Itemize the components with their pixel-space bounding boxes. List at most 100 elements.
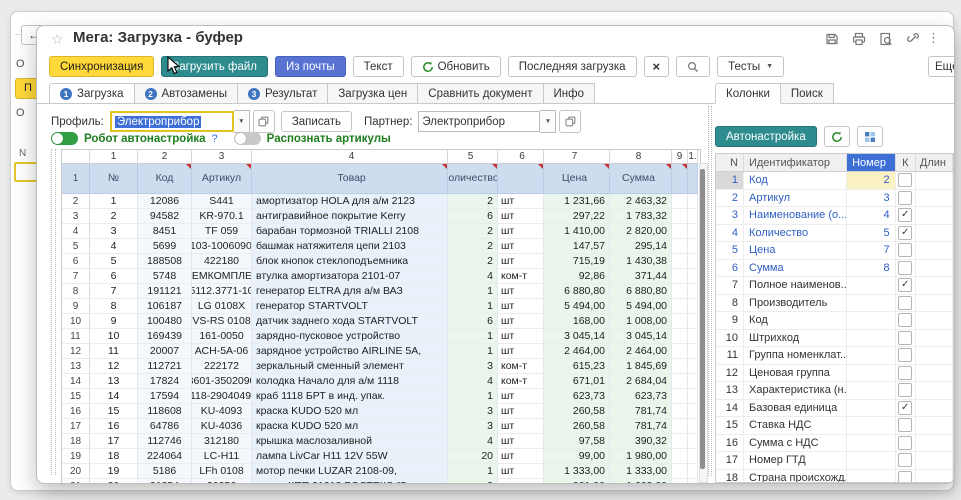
number-cell[interactable] <box>847 382 895 400</box>
n-header[interactable]: N <box>716 154 744 172</box>
length-cell[interactable] <box>916 172 953 190</box>
link-icon[interactable] <box>906 32 920 46</box>
identifier-cell[interactable]: Страна происхожд... <box>744 470 847 484</box>
price-cell[interactable]: 615,23 <box>544 359 610 374</box>
code-cell[interactable]: 112721 <box>138 359 192 374</box>
length-cell[interactable] <box>916 417 953 435</box>
number-cell[interactable] <box>847 295 895 313</box>
article-cell[interactable]: LC-H11 <box>192 449 252 464</box>
sum-cell[interactable]: 371,44 <box>610 269 672 284</box>
product-cell[interactable]: опора КПП 21213 РОСТЕКО "5-м <box>252 479 448 484</box>
column-header[interactable]: Товар <box>252 164 448 194</box>
vertical-scrollbar[interactable] <box>699 163 708 483</box>
n-cell[interactable]: 2 <box>716 190 744 208</box>
identifier-cell[interactable]: Ставка НДС <box>744 417 847 435</box>
row-number-cell[interactable]: 1 <box>62 164 90 194</box>
panel-tab-2[interactable]: Поиск <box>781 83 834 104</box>
left-splitter[interactable] <box>51 149 52 475</box>
checkbox[interactable] <box>898 366 912 380</box>
qty-cell[interactable]: 1 <box>448 299 498 314</box>
price-cell[interactable]: 97,58 <box>544 434 610 449</box>
empty-cell[interactable] <box>688 224 698 239</box>
article-cell[interactable]: 3601-3502090 <box>192 374 252 389</box>
checkbox[interactable] <box>898 243 912 257</box>
help-question-icon[interactable]: ? <box>212 133 218 145</box>
product-cell[interactable]: барабан тормозной TRIALLI 2108 <box>252 224 448 239</box>
open-link-icon[interactable] <box>559 110 581 133</box>
n-cell[interactable]: 13 <box>716 382 744 400</box>
more-button[interactable]: Ещё <box>928 56 954 77</box>
n-cell[interactable]: 1 <box>716 172 744 190</box>
article-cell[interactable]: АСН-5А-06 <box>192 344 252 359</box>
column-header[interactable] <box>498 164 544 194</box>
toolbar-button-4[interactable]: Текст <box>353 56 404 77</box>
number-cell[interactable] <box>847 452 895 470</box>
row-number-cell[interactable]: 4 <box>62 224 90 239</box>
n-cell[interactable]: 17 <box>716 452 744 470</box>
sum-cell[interactable]: 1 333,00 <box>610 464 672 479</box>
row-number-cell[interactable]: 10 <box>62 314 90 329</box>
article-cell[interactable]: 1118-2904049Р <box>192 389 252 404</box>
num-cell[interactable]: 17 <box>90 434 138 449</box>
identifier-cell[interactable]: Ценовая группа <box>744 365 847 383</box>
number-cell[interactable] <box>847 417 895 435</box>
sum-cell[interactable]: 6 880,80 <box>610 284 672 299</box>
empty-cell[interactable] <box>672 404 688 419</box>
empty-cell[interactable] <box>672 194 688 209</box>
sum-cell[interactable]: 623,73 <box>610 389 672 404</box>
n-cell[interactable]: 10 <box>716 330 744 348</box>
empty-cell[interactable] <box>672 224 688 239</box>
row-number-cell[interactable]: 2 <box>62 194 90 209</box>
product-cell[interactable]: амортизатор HOLA для а/м 2123 <box>252 194 448 209</box>
empty-cell[interactable] <box>672 314 688 329</box>
row-number-cell[interactable]: 9 <box>62 299 90 314</box>
number-cell[interactable] <box>847 400 895 418</box>
article-cell[interactable]: TF 059 <box>192 224 252 239</box>
num-cell[interactable]: 18 <box>90 449 138 464</box>
checkbox[interactable] <box>898 418 912 432</box>
unit-cell[interactable]: ком-т <box>498 374 544 389</box>
price-cell[interactable]: 801,00 <box>544 479 610 484</box>
save-button[interactable]: Записать <box>281 111 352 132</box>
price-cell[interactable]: 1 231,66 <box>544 194 610 209</box>
empty-cell[interactable] <box>688 404 698 419</box>
identifier-cell[interactable]: Артикул <box>744 190 847 208</box>
product-cell[interactable]: башмак натяжителя цепи 2103 <box>252 239 448 254</box>
num-cell[interactable]: 12 <box>90 359 138 374</box>
empty-cell[interactable] <box>672 239 688 254</box>
empty-cell[interactable] <box>672 299 688 314</box>
unit-cell[interactable]: шт <box>498 434 544 449</box>
sum-cell[interactable]: 3 045,14 <box>610 329 672 344</box>
code-cell[interactable]: 100480 <box>138 314 192 329</box>
column-number[interactable]: 6 <box>498 150 544 164</box>
article-cell[interactable]: S441 <box>192 194 252 209</box>
qty-cell[interactable]: 1 <box>448 389 498 404</box>
column-header[interactable]: Цена <box>544 164 610 194</box>
row-number-cell[interactable]: 21 <box>62 479 90 484</box>
n-cell[interactable]: 14 <box>716 400 744 418</box>
price-cell[interactable]: 260,58 <box>544 404 610 419</box>
price-cell[interactable]: 1 333,00 <box>544 464 610 479</box>
article-cell[interactable]: KU-4036 <box>192 419 252 434</box>
empty-cell[interactable] <box>688 239 698 254</box>
identifier-cell[interactable]: Сумма <box>744 260 847 278</box>
checkbox[interactable] <box>898 173 912 187</box>
price-cell[interactable]: 2 464,00 <box>544 344 610 359</box>
code-cell[interactable]: 17824 <box>138 374 192 389</box>
num-cell[interactable]: 7 <box>90 284 138 299</box>
empty-cell[interactable] <box>688 194 698 209</box>
unit-cell[interactable]: шт <box>498 209 544 224</box>
number-cell[interactable] <box>847 435 895 453</box>
unit-cell[interactable]: ком-т <box>498 359 544 374</box>
preview-icon[interactable] <box>879 32 893 46</box>
code-cell[interactable]: 5748 <box>138 269 192 284</box>
left-splitter[interactable] <box>55 149 56 475</box>
number-header[interactable]: Номер <box>847 154 896 172</box>
number-cell[interactable]: 8 <box>847 260 895 278</box>
length-cell[interactable] <box>916 260 953 278</box>
num-cell[interactable]: 11 <box>90 344 138 359</box>
empty-cell[interactable] <box>688 419 698 434</box>
product-cell[interactable]: зарядно-пусковое устройство <box>252 329 448 344</box>
n-cell[interactable]: 8 <box>716 295 744 313</box>
empty-cell[interactable] <box>688 359 698 374</box>
